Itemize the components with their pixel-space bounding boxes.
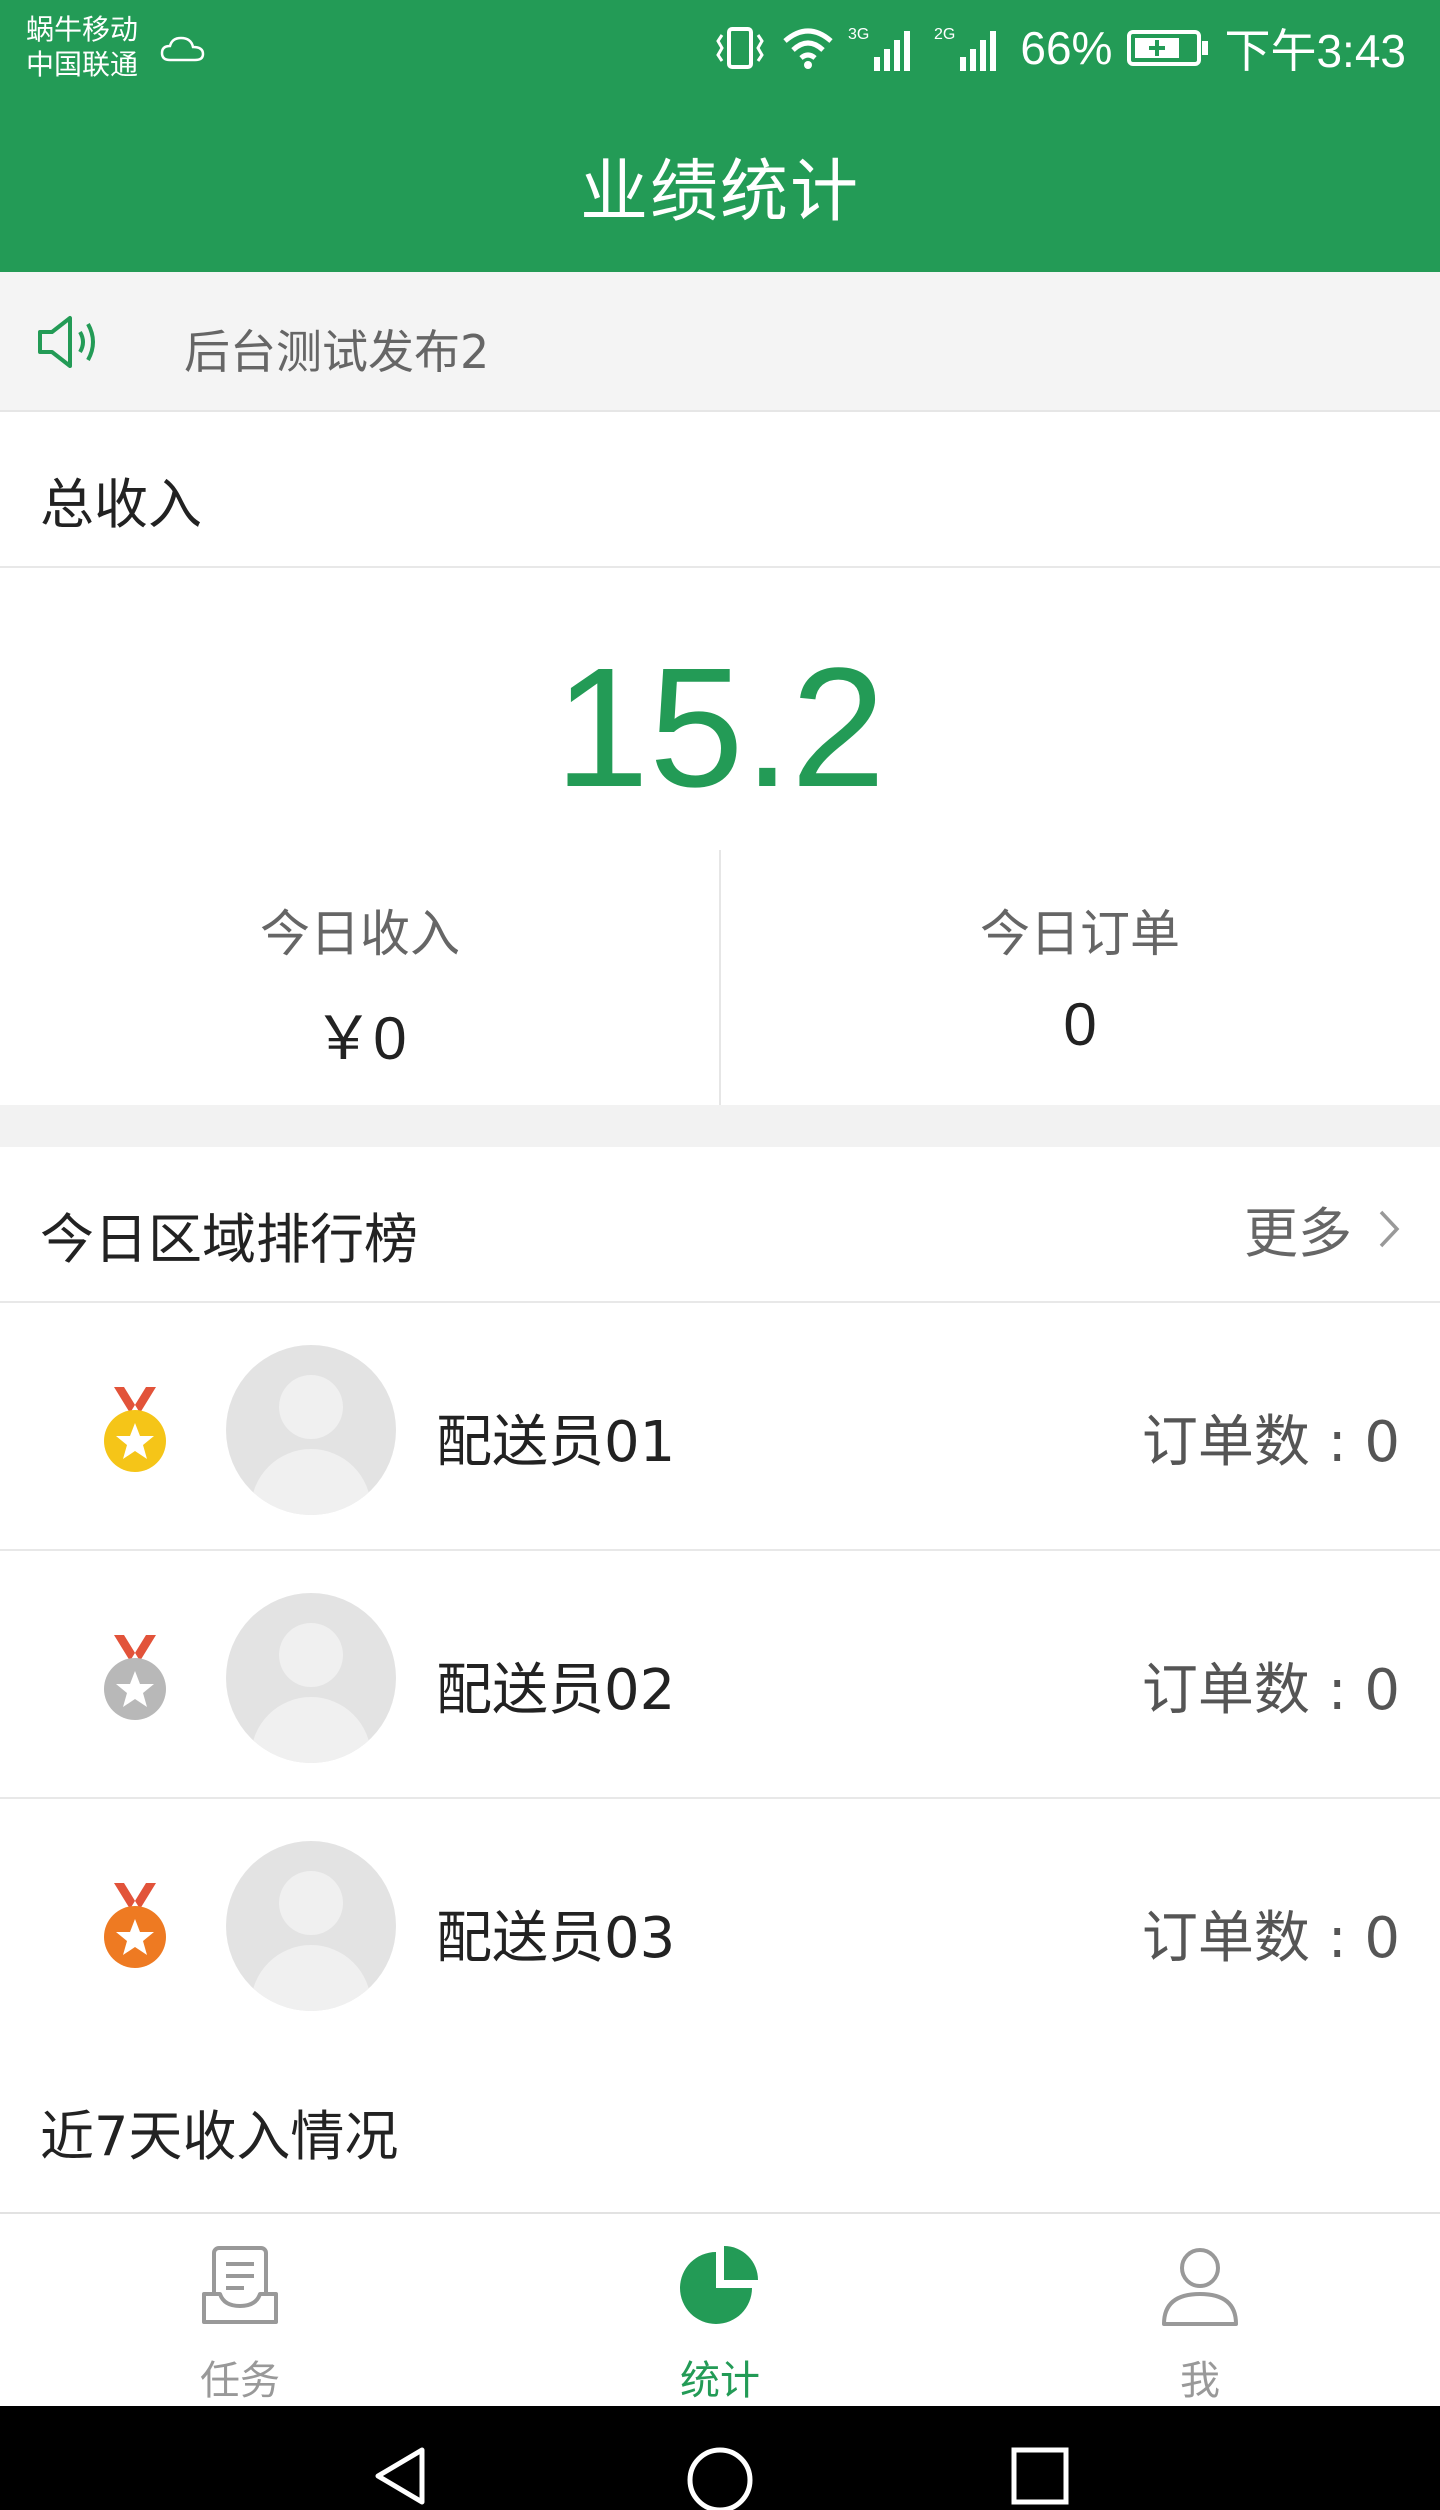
more-label: 更多 bbox=[1244, 1202, 1352, 1265]
notice-bar[interactable]: 后台测试发布2 bbox=[0, 272, 1440, 412]
page-title: 业绩统计 bbox=[579, 153, 860, 232]
order-count: 订单数 : 0 bbox=[1141, 1906, 1400, 1971]
signal-3g-label: 3G bbox=[848, 26, 869, 43]
vibrate-icon bbox=[716, 27, 765, 69]
carrier-2: 中国联通 bbox=[26, 48, 139, 81]
today-orders-label: 今日订单 bbox=[980, 905, 1180, 963]
ranking-row[interactable]: 配送员01 订单数 : 0 bbox=[0, 1303, 1440, 1551]
clock: 下午3:43 bbox=[1224, 25, 1406, 77]
app-header: 蜗牛移动 中国联通 3G 2G 66% 下午3:43 业绩统计 bbox=[0, 0, 1440, 272]
today-stats: 今日收入 ￥0 今日订单 0 bbox=[0, 850, 1440, 1105]
notice-text: 后台测试发布2 bbox=[184, 325, 490, 379]
rider-name: 配送员03 bbox=[436, 1906, 676, 1971]
today-income-label: 今日收入 bbox=[260, 905, 460, 963]
avatar bbox=[226, 1345, 396, 1515]
wifi-icon bbox=[783, 28, 834, 69]
income-title: 总收入 bbox=[40, 473, 202, 536]
battery-icon bbox=[1127, 30, 1209, 66]
ranking-row[interactable]: 配送员02 订单数 : 0 bbox=[0, 1551, 1440, 1799]
speaker-icon bbox=[38, 316, 95, 368]
cloud-icon bbox=[160, 36, 205, 62]
tab-task-label: 任务 bbox=[200, 2358, 280, 2404]
back-icon[interactable] bbox=[370, 2446, 430, 2506]
more-button[interactable]: 更多 bbox=[1244, 1189, 1400, 1268]
user-icon bbox=[1162, 2248, 1238, 2326]
ranking-header: 今日区域排行榜 更多 bbox=[0, 1147, 1440, 1303]
total-income-value: 15.2 bbox=[554, 633, 886, 823]
tab-task[interactable]: 任务 bbox=[0, 2214, 480, 2408]
income-header: 总收入 bbox=[0, 412, 1440, 568]
today-income-value: ￥0 bbox=[313, 1005, 407, 1072]
ranking-title: 今日区域排行榜 bbox=[40, 1208, 418, 1271]
today-orders-value: 0 bbox=[1063, 991, 1097, 1058]
bronze-medal-icon bbox=[104, 1883, 166, 1968]
rider-name: 配送员01 bbox=[436, 1410, 676, 1475]
gold-medal-icon bbox=[104, 1387, 166, 1472]
rider-name: 配送员02 bbox=[436, 1658, 676, 1723]
signal-2g-icon: 2G bbox=[934, 26, 997, 71]
ranking-row[interactable]: 配送员03 订单数 : 0 bbox=[0, 1799, 1440, 2047]
order-count: 订单数 : 0 bbox=[1141, 1658, 1400, 1723]
weekly-income-title: 近7天收入情况 bbox=[40, 2105, 399, 2168]
recents-icon[interactable] bbox=[1010, 2446, 1070, 2506]
system-navigation-bar bbox=[0, 2406, 1440, 2510]
today-income-cell: 今日收入 ￥0 bbox=[0, 850, 720, 1105]
carrier-info: 蜗牛移动 中国联通 bbox=[26, 12, 138, 82]
section-divider bbox=[0, 1105, 1440, 1147]
today-orders-cell: 今日订单 0 bbox=[720, 850, 1440, 1105]
status-bar: 蜗牛移动 中国联通 3G 2G 66% 下午3:43 bbox=[0, 0, 1440, 96]
battery-percent: 66% bbox=[1020, 22, 1113, 74]
carrier-1: 蜗牛移动 bbox=[26, 13, 139, 46]
chevron-right-icon bbox=[1379, 1210, 1400, 1247]
avatar bbox=[226, 1593, 396, 1763]
bottom-tab-bar: 任务 统计 我 bbox=[0, 2212, 1440, 2406]
tab-statistics[interactable]: 统计 bbox=[480, 2214, 960, 2408]
status-icons: 3G 2G 66% 下午3:43 bbox=[712, 16, 1406, 80]
tab-statistics-label: 统计 bbox=[680, 2358, 760, 2404]
signal-3g-icon: 3G bbox=[848, 26, 911, 71]
order-count: 订单数 : 0 bbox=[1141, 1410, 1400, 1475]
tab-me[interactable]: 我 bbox=[960, 2214, 1440, 2408]
pie-chart-icon bbox=[680, 2246, 758, 2324]
avatar bbox=[226, 1841, 396, 2011]
silver-medal-icon bbox=[104, 1635, 166, 1720]
task-icon bbox=[202, 2246, 278, 2324]
home-icon[interactable] bbox=[686, 2446, 754, 2510]
signal-2g-label: 2G bbox=[934, 26, 955, 43]
tab-me-label: 我 bbox=[1180, 2358, 1220, 2404]
